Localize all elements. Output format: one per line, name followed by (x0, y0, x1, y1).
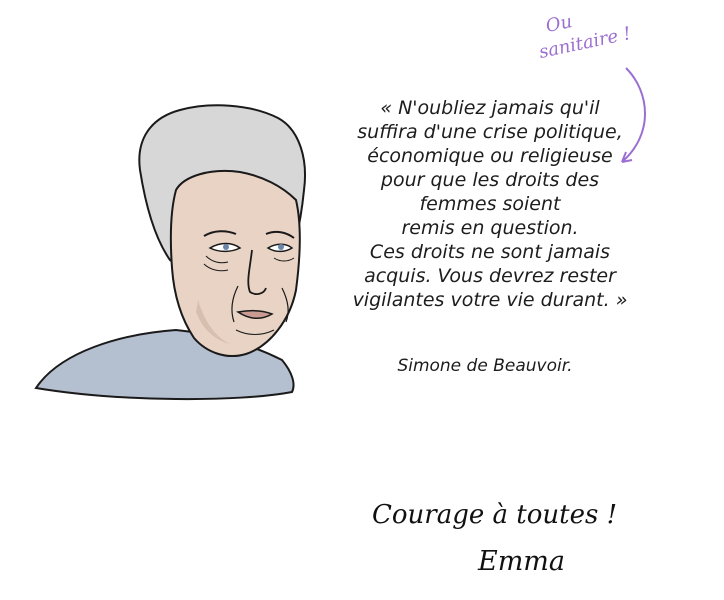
quote-line: acquis. Vous devrez rester (364, 265, 616, 287)
quote-line: remis en question. (401, 217, 579, 239)
quote-line: pour que les droits des (380, 169, 600, 191)
quote-line: femmes soient (419, 193, 561, 215)
face (169, 170, 301, 357)
simone-de-beauvoir-portrait (34, 104, 306, 401)
closing-message: Courage à toutes ! (372, 500, 618, 530)
quote-author: Simone de Beauvoir. (397, 356, 573, 376)
quote-line: économique ou religieuse (367, 145, 613, 167)
quote-line: vigilantes votre vie durant. » (352, 289, 628, 311)
quote-line: « N'oubliez jamais qu'il (380, 97, 600, 119)
quote-line: suffira d'une crise politique, (357, 121, 623, 143)
quote-block: « N'oubliez jamais qu'il suffira d'une c… (320, 96, 660, 312)
quote-line: Ces droits ne sont jamais (369, 241, 611, 263)
signature: Emma (478, 546, 566, 577)
